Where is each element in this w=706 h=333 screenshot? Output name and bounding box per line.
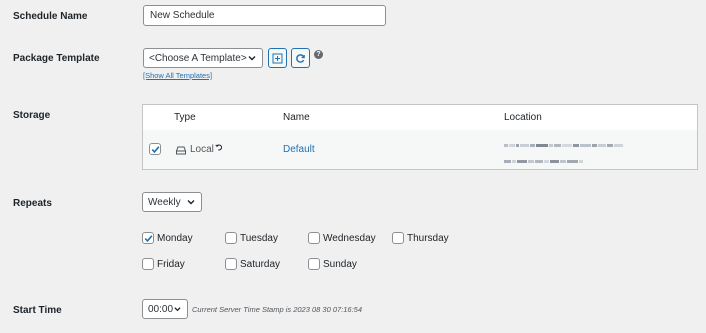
thursday-label: Thursday	[407, 232, 449, 244]
wednesday-label: Wednesday	[323, 232, 376, 244]
repeats-select-value: Weekly	[148, 196, 181, 208]
column-header-type: Type	[174, 112, 196, 123]
storage-table-header: Type Name Location	[143, 105, 697, 131]
repeats-select[interactable]: Weekly	[142, 192, 202, 212]
undo-icon	[215, 144, 222, 151]
schedule-name-input[interactable]: New Schedule	[143, 5, 386, 26]
schedule-name-value: New Schedule	[150, 10, 215, 21]
package-template-label: Package Template	[13, 53, 100, 64]
template-select[interactable]: <Choose A Template>	[143, 48, 263, 68]
saturday-label: Saturday	[240, 258, 281, 270]
table-row: Local Default	[143, 130, 697, 169]
schedule-name-label: Schedule Name	[13, 11, 88, 22]
chevron-down-icon	[187, 200, 195, 205]
template-grid-icon	[272, 53, 283, 63]
help-icon[interactable]: ?	[314, 50, 323, 59]
sunday-label: Sunday	[323, 258, 357, 270]
tuesday-checkbox[interactable]	[225, 232, 237, 244]
tuesday-label: Tuesday	[240, 232, 278, 244]
storage-type-cell: Local	[175, 144, 223, 155]
day-saturday[interactable]: Saturday	[225, 258, 280, 270]
storage-table: Type Name Location Local Default	[142, 104, 698, 170]
refresh-icon	[296, 53, 305, 63]
storage-name-link[interactable]: Default	[283, 144, 315, 155]
day-tuesday[interactable]: Tuesday	[225, 232, 278, 244]
friday-checkbox[interactable]	[142, 258, 154, 270]
chevron-down-icon	[174, 307, 181, 312]
template-edit-button[interactable]	[268, 48, 287, 68]
repeats-label: Repeats	[13, 198, 52, 209]
day-thursday[interactable]: Thursday	[392, 232, 449, 244]
start-time-value: 00:00	[148, 303, 174, 315]
friday-label: Friday	[157, 258, 185, 270]
server-time-note: Current Server Time Stamp is 2023 08 30 …	[192, 305, 363, 314]
start-time-label: Start Time	[13, 305, 62, 316]
day-wednesday[interactable]: Wednesday	[308, 232, 376, 244]
sunday-checkbox[interactable]	[308, 258, 320, 270]
wednesday-checkbox[interactable]	[308, 232, 320, 244]
storage-location-redacted	[504, 139, 674, 166]
day-monday[interactable]: Monday	[142, 232, 193, 244]
storage-type-label: Local	[190, 144, 214, 155]
saturday-checkbox[interactable]	[225, 258, 237, 270]
show-all-templates-link[interactable]: [Show All Templates]	[143, 71, 212, 80]
template-refresh-button[interactable]	[291, 48, 310, 68]
start-time-select[interactable]: 00:00	[142, 299, 188, 319]
day-friday[interactable]: Friday	[142, 258, 185, 270]
column-header-name: Name	[283, 112, 310, 123]
thursday-checkbox[interactable]	[392, 232, 404, 244]
day-sunday[interactable]: Sunday	[308, 258, 357, 270]
storage-label: Storage	[13, 110, 51, 121]
hard-drive-icon	[175, 146, 187, 154]
monday-label: Monday	[157, 232, 193, 244]
template-select-value: <Choose A Template>	[149, 52, 247, 64]
column-header-location: Location	[504, 112, 542, 123]
monday-checkbox[interactable]	[142, 232, 154, 244]
chevron-down-icon	[248, 56, 256, 61]
storage-checkbox[interactable]	[149, 143, 161, 155]
